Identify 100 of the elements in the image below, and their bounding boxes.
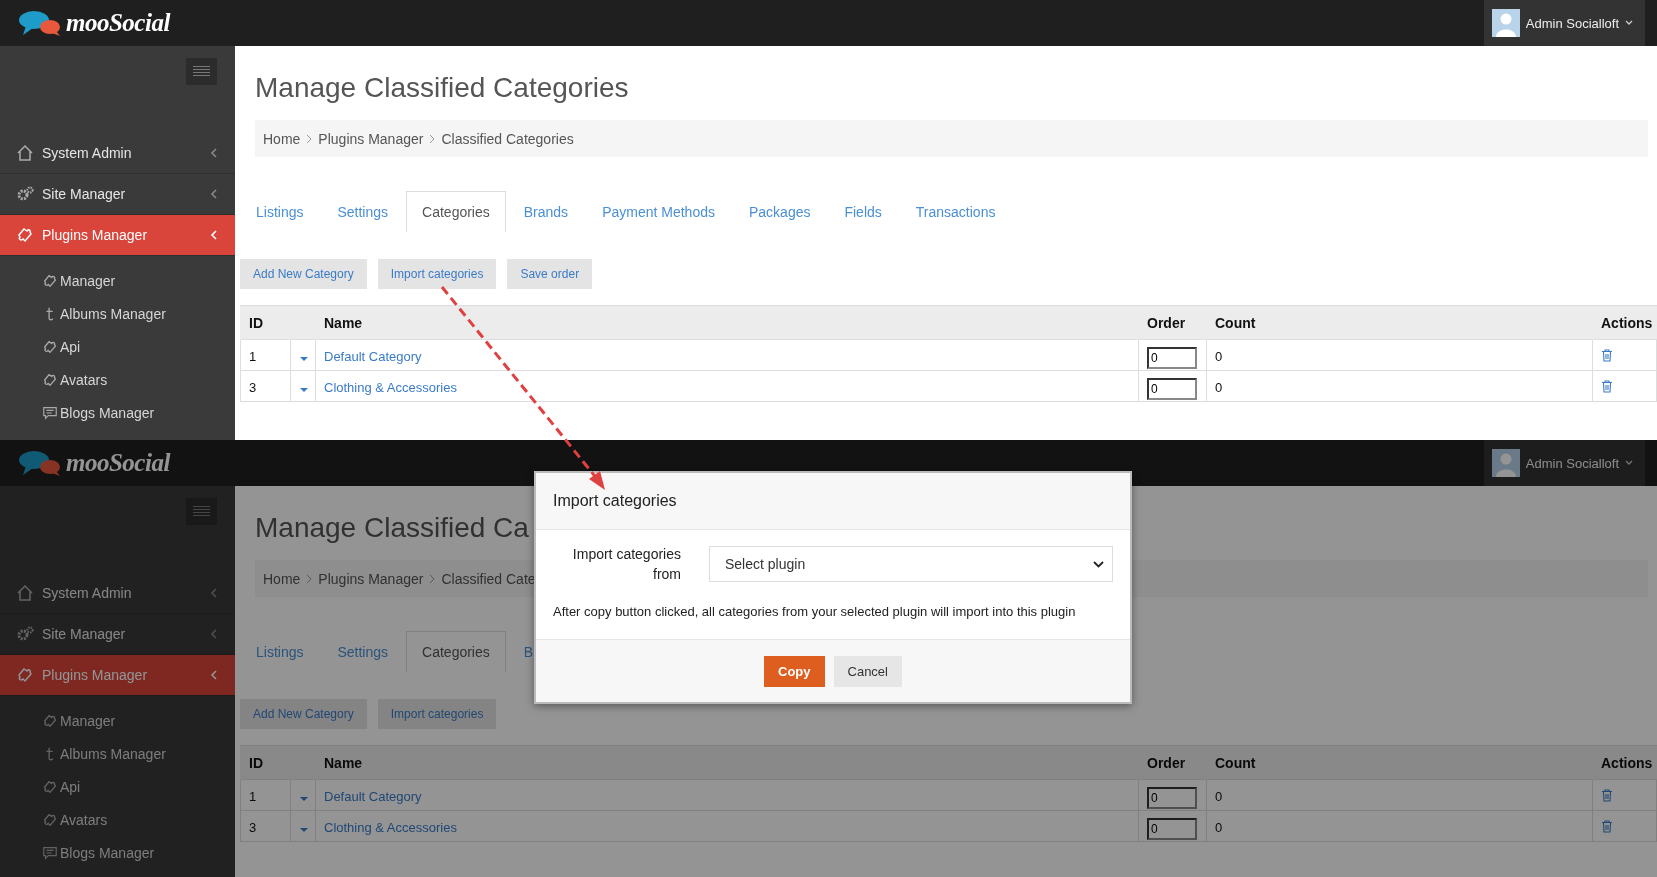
tab[interactable]: Packages (732, 191, 827, 232)
breadcrumb-link[interactable]: Home (263, 570, 301, 587)
breadcrumb-link[interactable]: Home (263, 130, 301, 147)
column-header: Actions (1592, 745, 1657, 780)
comment-icon (42, 404, 58, 421)
tab[interactable]: Categories (406, 631, 506, 672)
sidebar-item[interactable]: Plugins Manager (0, 655, 235, 696)
tab[interactable]: Payment Methods (586, 191, 731, 232)
caret-icon[interactable] (299, 355, 309, 363)
plugin-select[interactable]: Select plugin (709, 546, 1113, 582)
table-cell: 0 (1206, 370, 1593, 402)
tab[interactable]: Brands (507, 191, 585, 232)
sidebar-item[interactable]: System Admin (0, 573, 235, 614)
tab[interactable]: Settings (321, 191, 405, 232)
sidebar-subitem[interactable]: Avatars (60, 371, 108, 388)
brand-logo[interactable]: mooSocial (66, 449, 170, 477)
caret-icon (1625, 20, 1633, 26)
breadcrumb-link[interactable]: Classified Cate (441, 570, 536, 587)
category-link[interactable]: Default Category (324, 789, 422, 804)
home-icon (16, 584, 34, 602)
gears-icon (16, 185, 34, 203)
sidebar-subitem[interactable]: Api (60, 778, 81, 795)
menu-button[interactable] (186, 498, 217, 525)
action-button[interactable]: Add New Category (240, 699, 367, 729)
order-field[interactable]: 0 (1147, 347, 1197, 369)
tab[interactable]: Transactions (899, 191, 1012, 232)
user-menu[interactable]: Admin Socialloft (1483, 440, 1645, 486)
caret-icon[interactable] (299, 386, 309, 394)
caret-icon[interactable] (299, 795, 309, 803)
puzzle-icon (42, 272, 58, 289)
chevron-icon (209, 669, 219, 681)
page-title: Manage Classified Ca (255, 511, 530, 545)
sidebar-item[interactable]: Plugins Manager (0, 215, 235, 256)
menu-button[interactable] (186, 58, 217, 85)
puzzle-icon (42, 338, 58, 355)
category-link[interactable]: Default Category (324, 349, 422, 364)
caret-icon[interactable] (299, 826, 309, 834)
order-field[interactable]: 0 (1147, 787, 1197, 809)
order-field[interactable]: 0 (1147, 378, 1197, 400)
brand-logo[interactable]: mooSocial (66, 9, 170, 37)
trash-icon[interactable] (1601, 789, 1613, 802)
field-label: Import categories from (571, 545, 681, 584)
action-button[interactable]: Add New Category (240, 259, 367, 289)
user-menu[interactable]: Admin Socialloft (1483, 0, 1645, 46)
menu-icon (193, 65, 210, 78)
tab[interactable]: Listings (240, 191, 320, 232)
puzzle-icon (42, 712, 58, 729)
comment-icon (42, 844, 58, 861)
column-header: Count (1206, 745, 1593, 780)
gears-icon (16, 625, 34, 643)
dialog-title: Import categories (553, 492, 677, 510)
sidebar-item[interactable]: System Admin (0, 133, 235, 174)
column-header: Name (315, 305, 1139, 340)
dialog-note: After copy button clicked, all categories from your selected plugin will import into this plugin (553, 604, 1077, 619)
action-button[interactable]: Import categories (377, 699, 497, 729)
puzzle-icon (16, 226, 34, 244)
sidebar-subitem[interactable]: Albums Manager (60, 745, 166, 762)
avatar-icon (1491, 9, 1520, 37)
puzzle-icon (42, 371, 58, 388)
order-field[interactable]: 0 (1147, 818, 1197, 840)
trash-icon[interactable] (1601, 380, 1613, 393)
column-header: ID (240, 745, 291, 780)
avatar-icon (1491, 449, 1520, 477)
cancel-button[interactable]: Cancel (833, 655, 902, 687)
trash-icon[interactable] (1601, 820, 1613, 833)
breadcrumb-link[interactable]: Plugins Manager (318, 570, 424, 587)
column-header: Order (1138, 745, 1207, 780)
breadcrumb-link[interactable]: Plugins Manager (318, 130, 424, 147)
category-link[interactable]: Clothing & Accessories (324, 820, 457, 835)
trash-icon[interactable] (1601, 349, 1613, 362)
action-button[interactable]: Import categories (377, 259, 497, 289)
chevron-down-icon (1093, 560, 1104, 568)
caret-icon (1625, 460, 1633, 466)
sidebar-subitem[interactable]: Api (60, 338, 81, 355)
sidebar-subitem[interactable]: Avatars (60, 811, 108, 828)
column-header: ID (240, 305, 291, 340)
sidebar-subitem[interactable]: Blogs Manager (60, 404, 155, 421)
tab[interactable]: Listings (240, 631, 320, 672)
chevron-icon (429, 133, 436, 144)
column-header: Count (1206, 305, 1593, 340)
home-icon (16, 144, 34, 162)
action-button[interactable]: Save order (507, 259, 593, 289)
sidebar-subitem[interactable]: Albums Manager (60, 305, 166, 322)
tab[interactable]: Categories (406, 191, 506, 232)
tab[interactable]: Settings (321, 631, 405, 672)
sidebar-subitem[interactable]: Manager (60, 712, 116, 729)
sidebar-subitem[interactable]: Blogs Manager (60, 844, 155, 861)
puzzle-icon (16, 666, 34, 684)
sidebar-subitem[interactable]: Manager (60, 272, 116, 289)
column-header: Actions (1592, 305, 1657, 340)
puzzle-icon (42, 811, 58, 828)
chevron-icon (209, 587, 219, 599)
chat-bubbles-logo-icon (18, 9, 62, 37)
chevron-icon (209, 188, 219, 200)
copy-button[interactable]: Copy (764, 655, 825, 687)
chevron-icon (209, 147, 219, 159)
category-link[interactable]: Clothing & Accessories (324, 380, 457, 395)
table-cell: 0 (1206, 339, 1593, 371)
breadcrumb-link[interactable]: Classified Categories (441, 130, 574, 147)
tab[interactable]: Fields (828, 191, 898, 232)
